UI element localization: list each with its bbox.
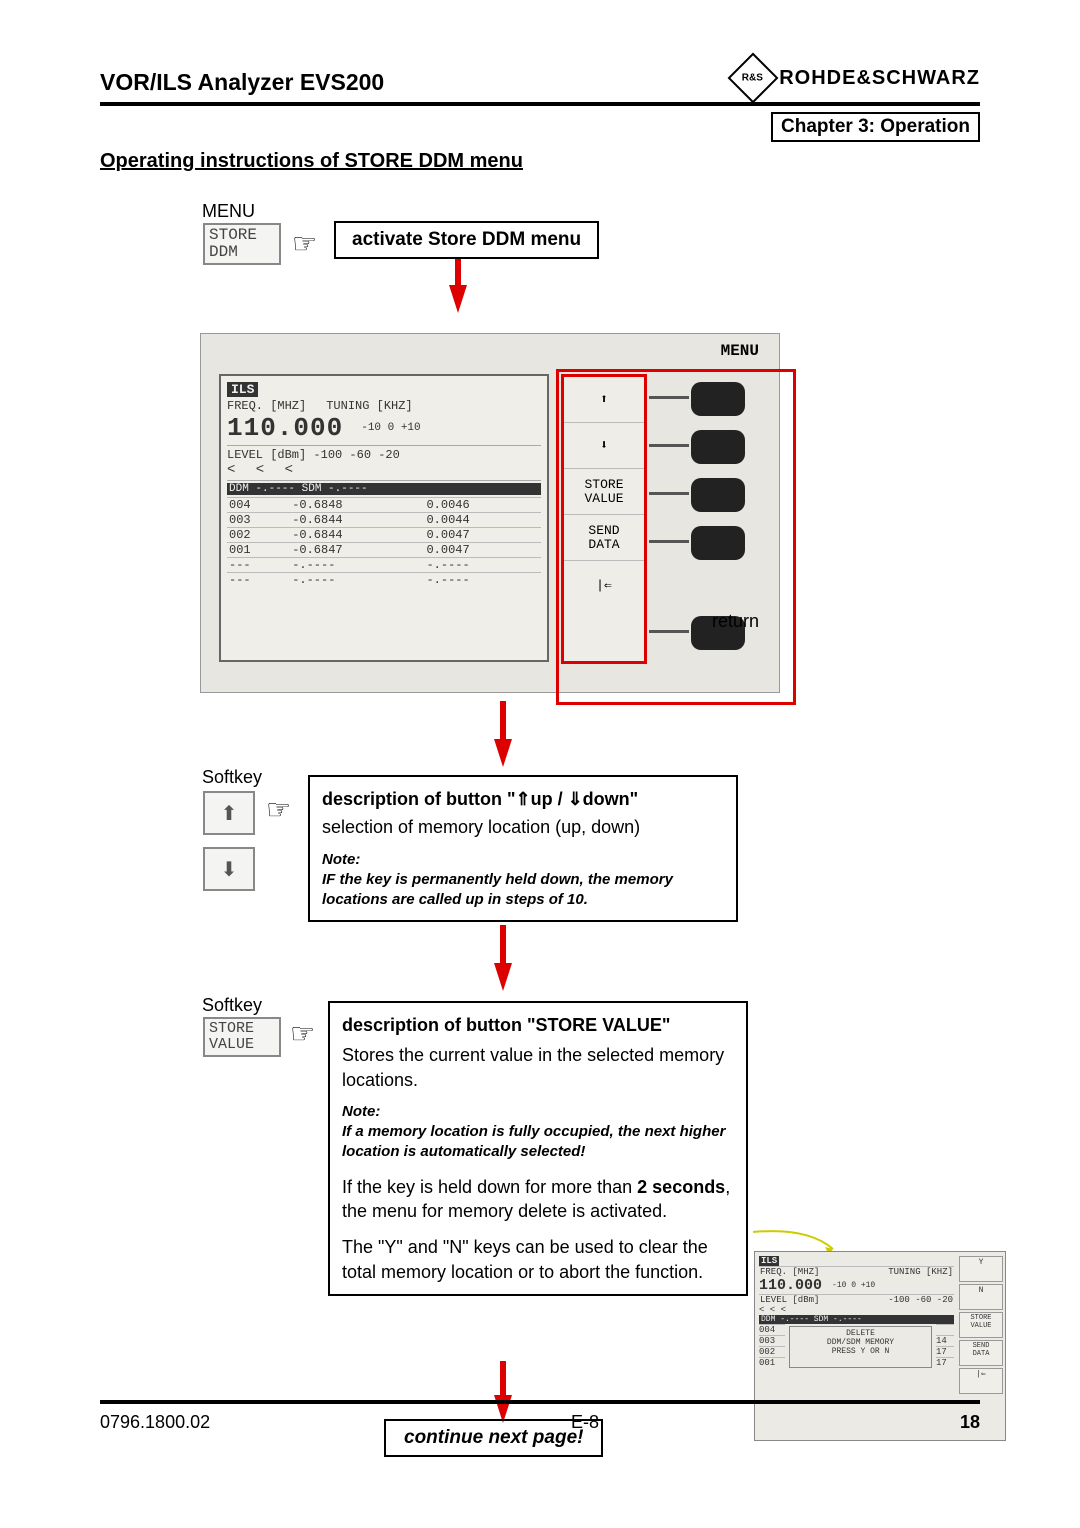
lcd-screen: ILS FREQ. [MHZ]TUNING [KHZ] 110.000 -10 … (219, 374, 549, 662)
desc-updown: description of button "⇑up / ⇓down" sele… (308, 775, 738, 922)
menu-store-ddm[interactable]: STOREDDM (203, 223, 281, 265)
footer-rule (100, 1400, 980, 1404)
footer-center: E-8 (571, 1412, 599, 1433)
softkey-label: Softkey (202, 995, 262, 1016)
mini-send-button[interactable]: SEND DATA (959, 1340, 1003, 1366)
desc-store-value: description of button "STORE VALUE" Stor… (328, 1001, 748, 1296)
softkey-up[interactable]: ⬆ (564, 377, 644, 423)
hardware-button[interactable] (691, 526, 745, 560)
arrow-icon (500, 1361, 506, 1397)
softkey-store-value[interactable]: STORE VALUE (564, 469, 644, 515)
footer-left: 0796.1800.02 (100, 1412, 210, 1433)
arrow-icon (500, 701, 506, 741)
softkey-column: ⬆ ⬇ STORE VALUE SEND DATA |⇐ (561, 374, 647, 664)
softkey-down[interactable]: ⬇ (564, 423, 644, 469)
ddm-table: 004-0.68480.0046 003-0.68440.0044 002-0.… (227, 497, 541, 587)
brand-logo-icon: R&S (728, 53, 779, 104)
brand-block: R&S ROHDE&SCHWARZ (735, 60, 980, 96)
softkey-down-box[interactable]: ⬇ (203, 847, 255, 891)
softkey-up-box[interactable]: ⬆ (203, 791, 255, 835)
mini-y-button[interactable]: Y (959, 1256, 1003, 1282)
brand-text: ROHDE&SCHWARZ (779, 67, 980, 90)
hardware-button[interactable] (691, 382, 745, 416)
softkey-label: Softkey (202, 767, 262, 788)
activate-box: activate Store DDM menu (334, 221, 599, 259)
arrow-icon (455, 259, 461, 287)
arrow-icon (500, 925, 506, 965)
section-title: Operating instructions of STORE DDM menu (100, 150, 980, 173)
device-photo: MENU ILS FREQ. [MHZ]TUNING [KHZ] 110.000… (200, 333, 780, 693)
softkey-send-data[interactable]: SEND DATA (564, 515, 644, 561)
footer-page: 18 (960, 1412, 980, 1433)
pointer-icon: ☜ (292, 227, 317, 260)
softkey-store-value-box[interactable]: STOREVALUE (203, 1017, 281, 1057)
arrow-icon (494, 963, 512, 991)
product-title: VOR/ILS Analyzer EVS200 (100, 69, 384, 96)
freq-value: 110.000 (227, 413, 343, 443)
arrow-icon (494, 739, 512, 767)
return-label: return (712, 611, 759, 632)
arrow-icon (449, 285, 467, 313)
chapter-badge: Chapter 3: Operation (771, 112, 980, 142)
mini-n-button[interactable]: N (959, 1284, 1003, 1310)
hardware-button[interactable] (691, 478, 745, 512)
softkey-return[interactable]: |⇐ (564, 561, 644, 611)
header-rule (100, 102, 980, 106)
device-menu-label: MENU (721, 342, 759, 360)
mini-store-button[interactable]: STORE VALUE (959, 1312, 1003, 1338)
menu-label: MENU (202, 201, 255, 222)
pointer-icon: ☜ (266, 793, 291, 826)
pointer-icon: ☜ (290, 1017, 315, 1050)
footer: 0796.1800.02 E-8 18 (100, 1412, 980, 1433)
mini-return-button[interactable]: |⇐ (959, 1368, 1003, 1394)
hardware-button[interactable] (691, 430, 745, 464)
